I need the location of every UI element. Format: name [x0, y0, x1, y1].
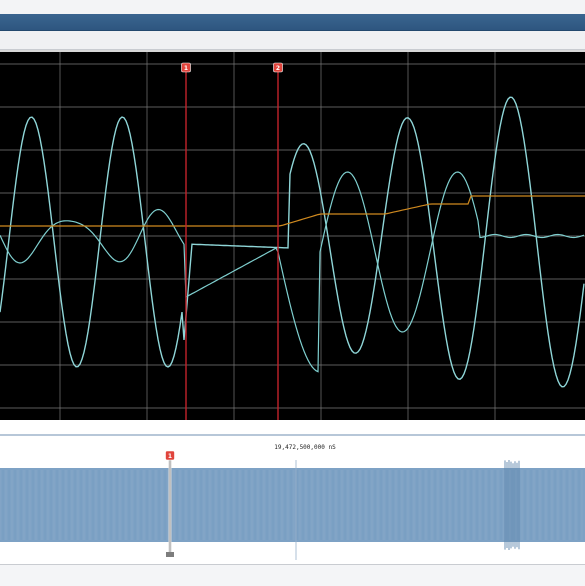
cursor-marker-1[interactable]: 1 [181, 62, 191, 73]
cursor-marker-2[interactable]: 2 [273, 62, 283, 73]
svg-text:1: 1 [184, 65, 188, 72]
top-toolbar [0, 0, 585, 14]
app-window: 1 2 19,472,500,000 nS 1 [0, 0, 585, 586]
oscilloscope-plot[interactable]: 1 2 [0, 50, 585, 422]
status-bar [0, 564, 585, 586]
svg-text:1: 1 [168, 453, 172, 460]
overview-signal-band [0, 468, 585, 542]
overview-marker-handle[interactable] [166, 552, 174, 557]
waveform-canvas[interactable]: 1 2 [0, 52, 585, 420]
overview-canvas[interactable]: 19,472,500,000 nS 1 [0, 436, 585, 564]
overview-navigator[interactable]: 19,472,500,000 nS 1 [0, 434, 585, 566]
panel-divider [0, 420, 585, 434]
overview-timestamp: 19,472,500,000 nS [274, 444, 336, 451]
grid [0, 52, 585, 420]
window-titlebar [0, 14, 585, 31]
svg-text:2: 2 [276, 65, 280, 72]
toolbar-strip [0, 31, 585, 50]
